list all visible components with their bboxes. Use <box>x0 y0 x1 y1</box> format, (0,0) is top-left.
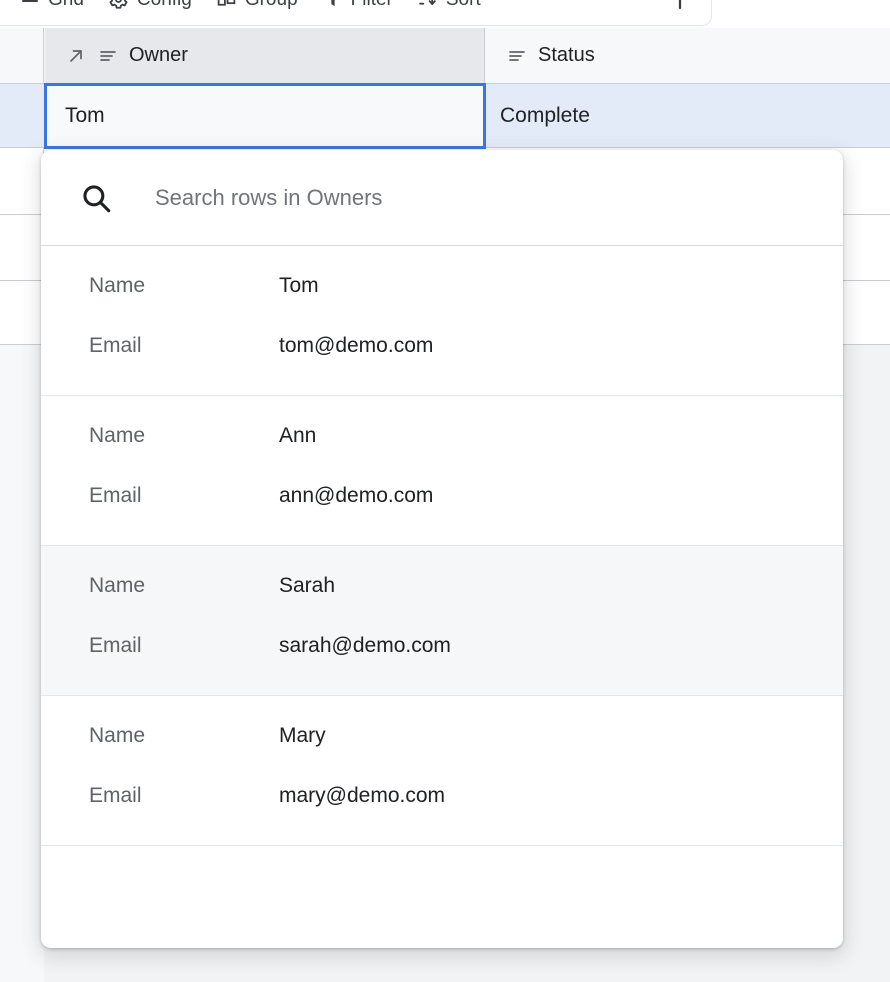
cell-owner-value: Tom <box>65 104 105 128</box>
grid-lines-icon <box>19 0 41 11</box>
field-label-email: Email <box>89 784 279 808</box>
record-option[interactable]: Name Sarah Email sarah@demo.com <box>41 546 843 696</box>
group-icon <box>216 0 238 11</box>
toolbar-item-grid[interactable]: Grid <box>10 0 93 16</box>
field-value-name: Mary <box>279 724 326 748</box>
app-root: Owner Status Tom Complete <box>0 0 890 982</box>
column-header-label: Owner <box>129 44 188 67</box>
filter-funnel-icon <box>322 0 344 11</box>
record-field-email: Email ann@demo.com <box>89 484 843 544</box>
cell-status-value: Complete <box>500 104 590 128</box>
row-gutter <box>0 148 44 214</box>
column-header-owner[interactable]: Owner <box>45 28 485 83</box>
view-toolbar: Grid Config Group <box>0 0 712 26</box>
field-label-name: Name <box>89 574 279 598</box>
record-option[interactable]: Name Ann Email ann@demo.com <box>41 396 843 546</box>
record-field-email: Email mary@demo.com <box>89 784 843 844</box>
search-icon <box>77 179 115 217</box>
record-field-name: Name Sarah <box>89 574 843 634</box>
record-option[interactable]: Name Tom Email tom@demo.com <box>41 246 843 396</box>
toolbar-item-config[interactable]: Config <box>99 0 201 16</box>
arrow-up-icon[interactable] <box>663 0 697 17</box>
field-label-name: Name <box>89 424 279 448</box>
config-gear-icon <box>108 0 130 11</box>
field-value-email: tom@demo.com <box>279 334 433 358</box>
search-input[interactable] <box>115 178 843 218</box>
field-value-name: Ann <box>279 424 316 448</box>
toolbar-item-group[interactable]: Group <box>207 0 307 16</box>
picker-footer <box>41 846 843 946</box>
record-field-name: Name Ann <box>89 424 843 484</box>
field-label-name: Name <box>89 724 279 748</box>
field-label-name: Name <box>89 274 279 298</box>
record-field-name: Name Mary <box>89 724 843 784</box>
row-gutter <box>0 215 44 280</box>
record-field-email: Email tom@demo.com <box>89 334 843 394</box>
gutter-column <box>0 345 44 982</box>
text-lines-icon <box>506 45 528 67</box>
field-value-name: Sarah <box>279 574 335 598</box>
record-field-name: Name Tom <box>89 274 843 334</box>
picker-search-bar[interactable] <box>41 150 843 246</box>
record-picker-popup: Name Tom Email tom@demo.com Name Ann Ema… <box>41 150 843 948</box>
toolbar-item-label: Filter <box>351 0 393 11</box>
field-label-email: Email <box>89 334 279 358</box>
cell-owner-selected[interactable]: Tom <box>44 83 486 149</box>
record-option[interactable]: Name Mary Email mary@demo.com <box>41 696 843 846</box>
toolbar-item-sort[interactable]: Sort <box>408 0 490 16</box>
field-label-email: Email <box>89 484 279 508</box>
header-gutter <box>0 28 44 83</box>
toolbar-item-label: Grid <box>48 0 84 11</box>
column-header-label: Status <box>538 44 595 67</box>
link-arrow-icon <box>65 45 87 67</box>
sort-icon <box>417 0 439 11</box>
field-value-email: ann@demo.com <box>279 484 433 508</box>
field-value-email: mary@demo.com <box>279 784 445 808</box>
record-field-email: Email sarah@demo.com <box>89 634 843 694</box>
selected-table-row[interactable]: Tom Complete <box>0 84 890 148</box>
toolbar-item-label: Sort <box>446 0 481 11</box>
row-gutter <box>0 84 44 147</box>
toolbar-item-label: Config <box>137 0 192 11</box>
grid-header: Owner Status <box>0 28 890 84</box>
cell-status[interactable]: Complete <box>486 84 890 147</box>
field-value-email: sarah@demo.com <box>279 634 451 658</box>
toolbar-item-label: Group <box>245 0 298 11</box>
field-label-email: Email <box>89 634 279 658</box>
field-value-name: Tom <box>279 274 319 298</box>
toolbar-item-filter[interactable]: Filter <box>313 0 402 16</box>
row-gutter <box>0 281 44 344</box>
column-header-status[interactable]: Status <box>486 28 890 83</box>
text-lines-icon <box>97 45 119 67</box>
